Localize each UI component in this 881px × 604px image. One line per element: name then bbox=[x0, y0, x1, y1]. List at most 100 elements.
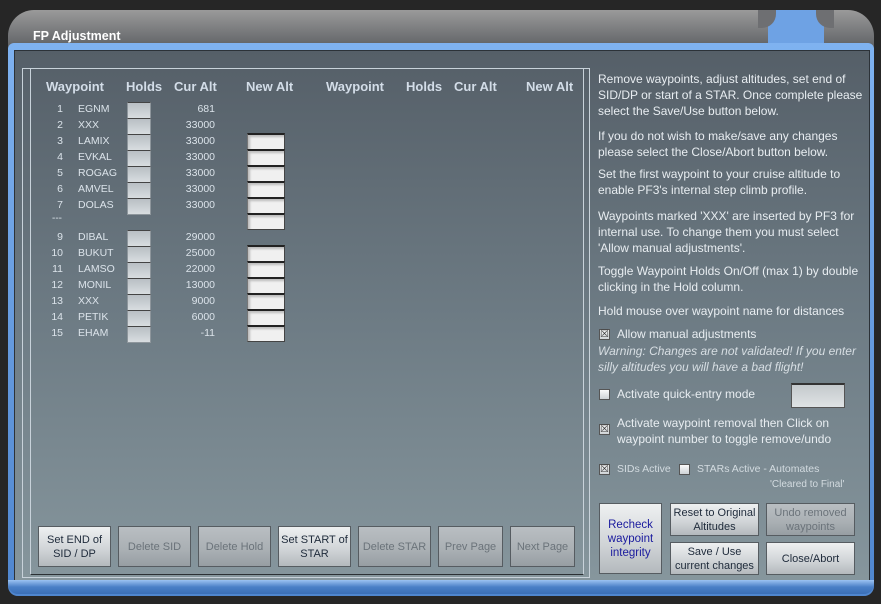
next-page-button[interactable]: Next Page bbox=[510, 526, 575, 567]
info-text-1: Remove waypoints, adjust altitudes, set … bbox=[598, 72, 863, 118]
set-start-star-button[interactable]: Set START of STAR bbox=[278, 526, 351, 567]
cur-alt: 33000 bbox=[185, 151, 215, 163]
header-cur-alt: Cur Alt bbox=[174, 79, 217, 94]
waypoint-name[interactable]: MONIL bbox=[78, 279, 111, 291]
allow-manual-label: Allow manual adjustments bbox=[617, 327, 757, 341]
hold-cell[interactable] bbox=[127, 182, 151, 199]
waypoint-number[interactable]: 13 bbox=[33, 295, 63, 307]
new-alt-input[interactable] bbox=[247, 277, 285, 294]
hold-cell[interactable] bbox=[127, 102, 151, 119]
waypoint-name[interactable]: LAMIX bbox=[78, 135, 110, 147]
set-end-sid-button[interactable]: Set END of SID / DP bbox=[38, 526, 111, 567]
waypoint-number[interactable]: 9 bbox=[33, 231, 63, 243]
waypoint-name[interactable]: EHAM bbox=[78, 327, 108, 339]
window-title: FP Adjustment bbox=[33, 29, 121, 43]
new-alt-input[interactable] bbox=[247, 181, 285, 198]
cur-alt: 33000 bbox=[185, 183, 215, 195]
stars-active-label: STARs Active - Automates bbox=[697, 463, 820, 475]
checkbox-x-icon: ☒ bbox=[600, 424, 609, 435]
waypoint-name[interactable]: ROGAG bbox=[78, 167, 117, 179]
recheck-integrity-button[interactable]: Recheck waypoint integrity bbox=[599, 503, 662, 574]
new-alt-input[interactable] bbox=[247, 325, 285, 342]
new-alt-input[interactable] bbox=[247, 293, 285, 310]
reset-altitudes-button[interactable]: Reset to Original Altitudes bbox=[670, 503, 759, 536]
waypoint-number[interactable]: 3 bbox=[33, 135, 63, 147]
info-text-5: Toggle Waypoint Holds On/Off (max 1) by … bbox=[598, 264, 859, 294]
cur-alt: 13000 bbox=[185, 279, 215, 291]
waypoint-panel-inner bbox=[30, 68, 584, 575]
header-waypoint: Waypoint bbox=[46, 79, 105, 94]
quick-entry-checkbox[interactable] bbox=[599, 389, 610, 400]
waypoint-number[interactable]: 11 bbox=[33, 263, 63, 275]
cur-alt: 9000 bbox=[191, 295, 215, 307]
waypoint-name[interactable]: AMVEL bbox=[78, 183, 114, 195]
waypoint-name[interactable]: DIBAL bbox=[78, 231, 108, 243]
allow-manual-checkbox[interactable]: ☒ bbox=[599, 329, 610, 340]
header-waypoint-2: Waypoint bbox=[326, 79, 385, 94]
cur-alt: 33000 bbox=[185, 135, 215, 147]
new-alt-input[interactable] bbox=[247, 149, 285, 166]
info-text-2: If you do not wish to make/save any chan… bbox=[598, 129, 838, 159]
info-text-6: Hold mouse over waypoint name for distan… bbox=[598, 304, 845, 318]
waypoint-number[interactable]: 5 bbox=[33, 167, 63, 179]
new-alt-input[interactable] bbox=[247, 197, 285, 214]
waypoint-name[interactable]: DOLAS bbox=[78, 199, 114, 211]
new-alt-input[interactable] bbox=[247, 261, 285, 278]
stars-active-label-2: 'Cleared to Final' bbox=[770, 479, 845, 490]
waypoint-removal-checkbox[interactable]: ☒ bbox=[599, 424, 610, 435]
cur-alt: 25000 bbox=[185, 247, 215, 259]
waypoint-number[interactable]: 14 bbox=[33, 311, 63, 323]
hold-cell[interactable] bbox=[127, 134, 151, 151]
delete-hold-button[interactable]: Delete Hold bbox=[198, 526, 271, 567]
waypoint-number[interactable]: 1 bbox=[33, 103, 63, 115]
cur-alt: 22000 bbox=[185, 263, 215, 275]
hold-cell[interactable] bbox=[127, 246, 151, 263]
cur-alt: 33000 bbox=[185, 167, 215, 179]
waypoint-name[interactable]: LAMSO bbox=[78, 263, 115, 275]
header-new-alt-2: New Alt bbox=[526, 79, 574, 94]
hold-cell[interactable] bbox=[127, 326, 151, 343]
waypoint-number[interactable]: 15 bbox=[33, 327, 63, 339]
hold-cell[interactable] bbox=[127, 310, 151, 327]
waypoint-number[interactable]: 7 bbox=[33, 199, 63, 211]
quick-entry-input[interactable] bbox=[791, 383, 845, 408]
waypoint-name[interactable]: BUKUT bbox=[78, 247, 114, 259]
new-alt-input[interactable] bbox=[247, 165, 285, 182]
undo-removed-button[interactable]: Undo removed waypoints bbox=[766, 503, 855, 536]
sids-active-checkbox[interactable]: ☒ bbox=[599, 464, 610, 475]
cur-alt: -11 bbox=[200, 327, 215, 339]
waypoint-number[interactable]: 10 bbox=[33, 247, 63, 259]
waypoint-name[interactable]: PETIK bbox=[78, 311, 108, 323]
stars-active-checkbox[interactable] bbox=[679, 464, 690, 475]
waypoint-name[interactable]: XXX bbox=[78, 295, 99, 307]
header-holds: Holds bbox=[126, 79, 163, 94]
hold-cell[interactable] bbox=[127, 294, 151, 311]
hold-cell[interactable] bbox=[127, 262, 151, 279]
hold-cell[interactable] bbox=[127, 230, 151, 247]
hold-cell[interactable] bbox=[127, 118, 151, 135]
delete-star-button[interactable]: Delete STAR bbox=[358, 526, 431, 567]
new-alt-input[interactable] bbox=[247, 133, 285, 150]
save-use-button[interactable]: Save / Use current changes bbox=[670, 542, 759, 575]
waypoint-number[interactable]: 6 bbox=[33, 183, 63, 195]
waypoint-number[interactable]: 4 bbox=[33, 151, 63, 163]
waypoint-number[interactable]: 12 bbox=[33, 279, 63, 291]
new-alt-input[interactable] bbox=[247, 245, 285, 262]
new-alt-input[interactable] bbox=[247, 213, 285, 230]
header-new-alt: New Alt bbox=[246, 79, 294, 94]
window-bottom-bar bbox=[8, 580, 874, 594]
waypoint-name[interactable]: EVKAL bbox=[78, 151, 112, 163]
waypoint-name[interactable]: EGNM bbox=[78, 103, 110, 115]
new-alt-input[interactable] bbox=[247, 309, 285, 326]
delete-sid-button[interactable]: Delete SID bbox=[118, 526, 191, 567]
cur-alt: 33000 bbox=[185, 199, 215, 211]
waypoint-name[interactable]: XXX bbox=[78, 119, 99, 131]
hold-cell[interactable] bbox=[127, 198, 151, 215]
prev-page-button[interactable]: Prev Page bbox=[438, 526, 503, 567]
hold-cell[interactable] bbox=[127, 150, 151, 167]
waypoint-number[interactable]: 2 bbox=[33, 119, 63, 131]
close-abort-button[interactable]: Close/Abort bbox=[766, 542, 855, 575]
hold-cell[interactable] bbox=[127, 166, 151, 183]
hold-cell[interactable] bbox=[127, 278, 151, 295]
quick-entry-label: Activate quick-entry mode bbox=[617, 387, 756, 401]
